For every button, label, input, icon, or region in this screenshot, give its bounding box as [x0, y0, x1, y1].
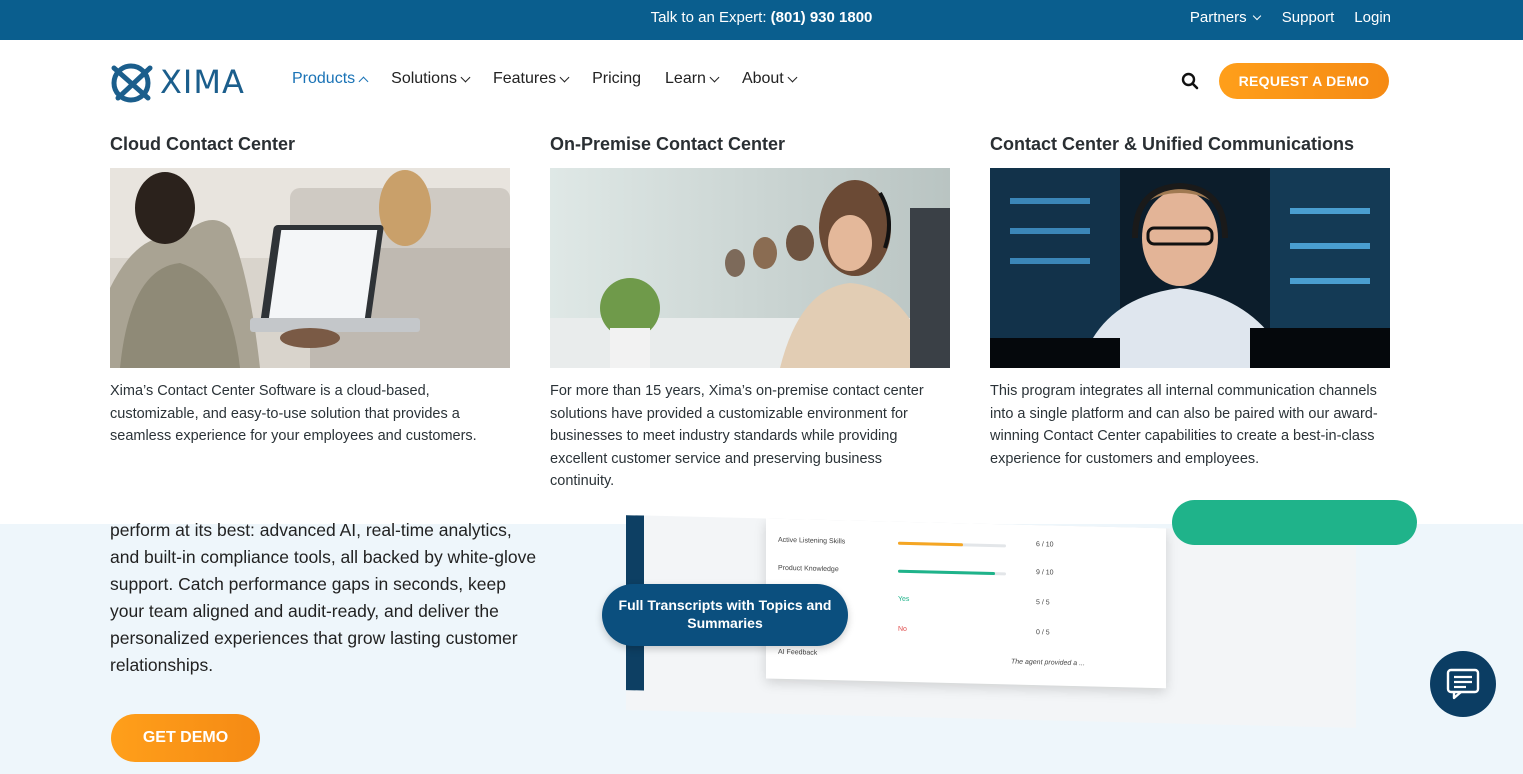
hero-description: perform at its best: advanced AI, real-t…	[110, 520, 537, 675]
onprem-photo	[550, 168, 950, 368]
support-link[interactable]: Support	[1282, 0, 1335, 36]
nav-pricing-label: Pricing	[592, 70, 642, 87]
menu-ucc-title[interactable]: Contact Center & Unified Communications	[990, 132, 1390, 156]
mock-score: 5 / 5	[1036, 599, 1050, 607]
mock-progress-bar	[898, 541, 1006, 548]
menu-on-premise-contact-center: On-Premise Contact Center For more than …	[550, 132, 950, 493]
menu-onprem-description: For more than 15 years, Xima’s on-premis…	[550, 383, 924, 489]
menu-ucc-description: This program integrates all internal com…	[990, 383, 1378, 467]
menu-cloud-title[interactable]: Cloud Contact Center	[110, 132, 510, 156]
menu-onprem-title[interactable]: On-Premise Contact Center	[550, 132, 950, 156]
partners-link[interactable]: Partners	[1190, 0, 1262, 36]
nav-learn[interactable]: Learn	[665, 70, 720, 88]
mock-score: 6 / 10	[1036, 541, 1054, 549]
nav-products[interactable]: Products	[292, 70, 369, 88]
on-premise-contact-center-image[interactable]	[550, 168, 950, 368]
nav-solutions-label: Solutions	[391, 70, 457, 87]
login-link[interactable]: Login	[1354, 0, 1391, 36]
chevron-up-icon	[358, 76, 369, 86]
nav-features[interactable]: Features	[492, 70, 570, 88]
xima-logo-icon	[111, 63, 153, 103]
chevron-down-icon	[1252, 11, 1261, 21]
expert-phone[interactable]: (801) 930 1800	[771, 9, 873, 26]
cloud-photo	[110, 168, 510, 368]
mock-progress-bar	[898, 569, 1006, 576]
ucc-photo	[990, 168, 1390, 368]
request-demo-button[interactable]: REQUEST A DEMO	[1219, 63, 1389, 99]
nav-products-label: Products	[292, 70, 356, 87]
get-demo-button[interactable]: GET DEMO	[111, 714, 260, 762]
search-icon[interactable]	[1181, 72, 1199, 90]
menu-cloud-contact-center: Cloud Contact Center Xima’s Contact Cent…	[110, 132, 510, 448]
chevron-down-icon	[709, 72, 720, 82]
chevron-down-icon	[460, 72, 471, 82]
partners-label: Partners	[1189, 9, 1247, 26]
mock-row-label: Product Knowledge	[778, 564, 839, 574]
expert-label: Talk to an Expert:	[650, 9, 771, 26]
chat-button[interactable]	[1430, 651, 1496, 717]
mock-row-label: AI Feedback	[778, 648, 818, 657]
menu-contact-center-unified-communications: Contact Center & Unified Communications	[990, 132, 1390, 470]
main-nav: Products Solutions Features Pricing Lear…	[292, 70, 798, 88]
xima-logo[interactable]: XIMA	[110, 60, 245, 104]
mock-score: The agent provided a ...	[1011, 658, 1085, 668]
top-bar: Talk to an Expert: (801) 930 1800 Partne…	[0, 0, 1523, 40]
green-badge	[1172, 500, 1417, 545]
chevron-down-icon	[559, 72, 570, 82]
mock-row-label: Active Listening Skills	[778, 536, 846, 546]
nav-learn-label: Learn	[665, 70, 706, 87]
nav-solutions[interactable]: Solutions	[391, 70, 471, 88]
mock-no-label: No	[898, 625, 907, 633]
nav-pricing[interactable]: Pricing	[592, 70, 641, 88]
top-links: Partners Support Login	[1190, 0, 1391, 36]
nav-about[interactable]: About	[741, 70, 798, 88]
header-mega-menu: XIMA Products Solutions Features Pricing…	[0, 40, 1523, 524]
mock-score: 9 / 10	[1036, 569, 1054, 577]
mock-score: 0 / 5	[1036, 629, 1050, 637]
chevron-down-icon	[787, 72, 798, 82]
unified-communications-image[interactable]	[990, 168, 1390, 368]
cloud-contact-center-image[interactable]	[110, 168, 510, 368]
menu-cloud-description: Xima’s Contact Center Software is a clou…	[110, 383, 477, 444]
mock-yes-label: Yes	[898, 595, 910, 604]
logo-text: XIMA	[160, 63, 245, 101]
nav-features-label: Features	[492, 70, 557, 87]
transcripts-badge: Full Transcripts with Topics and Summari…	[602, 584, 848, 646]
nav-about-label: About	[741, 70, 784, 87]
chat-icon	[1446, 668, 1480, 700]
